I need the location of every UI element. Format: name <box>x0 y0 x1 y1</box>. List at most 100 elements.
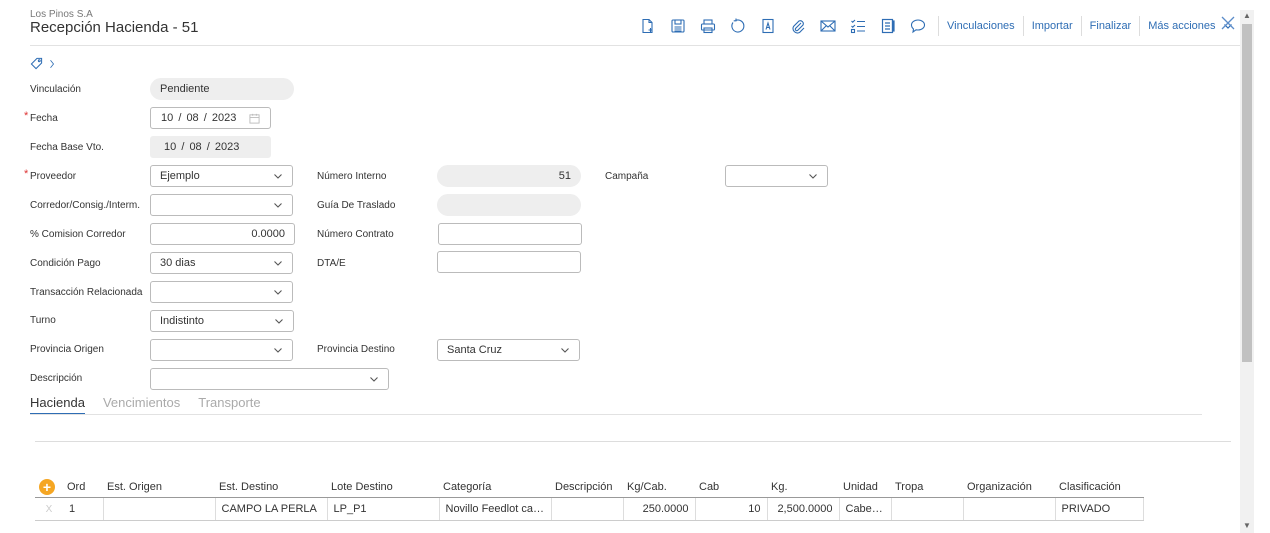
numero-contrato-label: Número Contrato <box>317 229 394 240</box>
provincia-origen-label: Provincia Origen <box>30 344 104 355</box>
fecha-base-value: 10 / 08 / 2023 <box>164 141 257 153</box>
column-header[interactable]: Descripción <box>551 476 623 498</box>
chevron-down-icon <box>274 348 282 353</box>
table-cell[interactable]: Novillo Feedlot car… <box>439 497 552 521</box>
transaccion-select[interactable] <box>150 281 293 303</box>
numero-interno-value: 51 <box>558 170 571 182</box>
calendar-icon[interactable] <box>249 113 260 124</box>
table-cell[interactable]: 250.0000 <box>623 497 696 521</box>
fecha-base-field: 10 / 08 / 2023 <box>150 136 271 158</box>
descripcion-select[interactable] <box>150 368 389 390</box>
checklist-icon[interactable] <box>843 15 873 37</box>
comision-value: 0.0000 <box>251 228 285 240</box>
notes-icon[interactable] <box>873 15 903 37</box>
save-icon[interactable] <box>663 15 693 37</box>
table-cell[interactable] <box>103 497 216 521</box>
chevron-down-icon <box>274 290 282 295</box>
table-cell[interactable]: CAMPO LA PERLA <box>215 497 328 521</box>
tab-hacienda[interactable]: Hacienda <box>30 395 85 415</box>
provincia-destino-select[interactable]: Santa Cruz <box>437 339 580 361</box>
vinculaciones-link[interactable]: Vinculaciones <box>944 20 1018 32</box>
scrollbar-thumb[interactable] <box>1242 24 1252 362</box>
column-header[interactable]: Est. Destino <box>215 476 327 498</box>
tab-bar: Hacienda Vencimientos Transporte <box>30 395 261 415</box>
table-cell[interactable]: PRIVADO <box>1055 497 1144 521</box>
descripcion-label: Descripción <box>30 373 83 384</box>
proveedor-label: Proveedor <box>30 171 77 182</box>
scroll-up-arrow-icon[interactable]: ▲ <box>1243 11 1251 20</box>
toolbar: Vinculaciones Importar Finalizar Más acc… <box>633 15 1236 37</box>
condicion-pago-label: Condición Pago <box>30 258 101 269</box>
tab-transporte[interactable]: Transporte <box>198 395 260 415</box>
print-icon[interactable] <box>693 15 723 37</box>
chevron-right-icon[interactable] <box>49 59 55 69</box>
column-header[interactable]: Unidad <box>839 476 891 498</box>
numero-interno-label: Número Interno <box>317 171 387 182</box>
table-cell[interactable]: 1 <box>63 497 104 521</box>
table-cell[interactable]: 2,500.0000 <box>767 497 840 521</box>
new-document-icon[interactable] <box>633 15 663 37</box>
column-header[interactable]: Est. Origen <box>103 476 215 498</box>
proveedor-label-wrap: * Proveedor <box>24 168 77 182</box>
numero-contrato-input[interactable] <box>438 223 582 245</box>
add-row-button[interactable]: + <box>39 478 55 495</box>
column-header[interactable]: Categoría <box>439 476 551 498</box>
required-mark: * <box>24 168 29 180</box>
column-header[interactable]: Kg/Cab. <box>623 476 695 498</box>
column-header[interactable]: Clasificación <box>1055 476 1143 498</box>
provincia-origen-select[interactable] <box>150 339 293 361</box>
add-row-cell: + <box>35 476 63 498</box>
turno-label: Turno <box>30 315 56 326</box>
table-cell[interactable]: LP_P1 <box>327 497 440 521</box>
table-cell[interactable] <box>963 497 1056 521</box>
table-cell[interactable] <box>891 497 964 521</box>
importar-link[interactable]: Importar <box>1029 20 1076 32</box>
tab-vencimientos[interactable]: Vencimientos <box>103 395 180 415</box>
column-header[interactable]: Lote Destino <box>327 476 439 498</box>
fecha-input[interactable]: 10 / 08 / 2023 <box>150 107 271 129</box>
scroll-down-arrow-icon[interactable]: ▼ <box>1243 521 1251 530</box>
table-cell[interactable] <box>551 497 624 521</box>
provincia-destino-value: Santa Cruz <box>447 344 503 356</box>
text-document-icon[interactable] <box>753 15 783 37</box>
column-header[interactable]: Cab <box>695 476 767 498</box>
corredor-label: Corredor/Consig./Interm. <box>30 200 141 211</box>
toolbar-divider <box>938 16 939 36</box>
column-header[interactable]: Ord <box>63 476 103 498</box>
delete-row-icon[interactable]: X <box>46 504 53 515</box>
dtae-input[interactable] <box>437 251 581 273</box>
date-separator: / <box>206 141 210 153</box>
mail-icon[interactable] <box>813 15 843 37</box>
table-row[interactable]: X 1 CAMPO LA PERLA LP_P1 Novillo Feedlot… <box>35 497 1144 521</box>
vinculacion-value: Pendiente <box>160 83 210 95</box>
chevron-down-icon <box>275 319 283 324</box>
close-icon[interactable] <box>1219 14 1237 32</box>
finalizar-link[interactable]: Finalizar <box>1087 20 1135 32</box>
comment-icon[interactable] <box>903 15 933 37</box>
column-header[interactable]: Kg. <box>767 476 839 498</box>
fecha-base-month: 08 <box>189 141 202 153</box>
turno-select[interactable]: Indistinto <box>150 310 294 332</box>
chevron-down-icon <box>561 348 569 353</box>
corredor-select[interactable] <box>150 194 293 216</box>
campana-label: Campaña <box>605 171 649 182</box>
attach-icon[interactable] <box>783 15 813 37</box>
condicion-pago-select[interactable]: 30 dias <box>150 252 293 274</box>
grid-header-row: + Ord Est. Origen Est. Destino Lote Dest… <box>35 476 1143 498</box>
date-separator: / <box>178 112 182 124</box>
transaccion-label: Transacción Relacionada <box>30 287 143 298</box>
comision-input[interactable]: 0.0000 <box>150 223 295 245</box>
table-cell[interactable]: 10 <box>695 497 768 521</box>
table-cell[interactable]: Cabe… <box>839 497 892 521</box>
tag-row <box>30 57 55 70</box>
column-header[interactable]: Organización <box>963 476 1055 498</box>
campana-select[interactable] <box>725 165 828 187</box>
refresh-icon[interactable] <box>723 15 753 37</box>
chevron-down-icon <box>274 261 282 266</box>
guia-field <box>437 194 581 216</box>
column-header[interactable]: Tropa <box>891 476 963 498</box>
proveedor-select[interactable]: Ejemplo <box>150 165 293 187</box>
tag-icon[interactable] <box>30 57 43 70</box>
fecha-base-year: 2023 <box>214 141 240 153</box>
required-mark: * <box>24 110 29 122</box>
